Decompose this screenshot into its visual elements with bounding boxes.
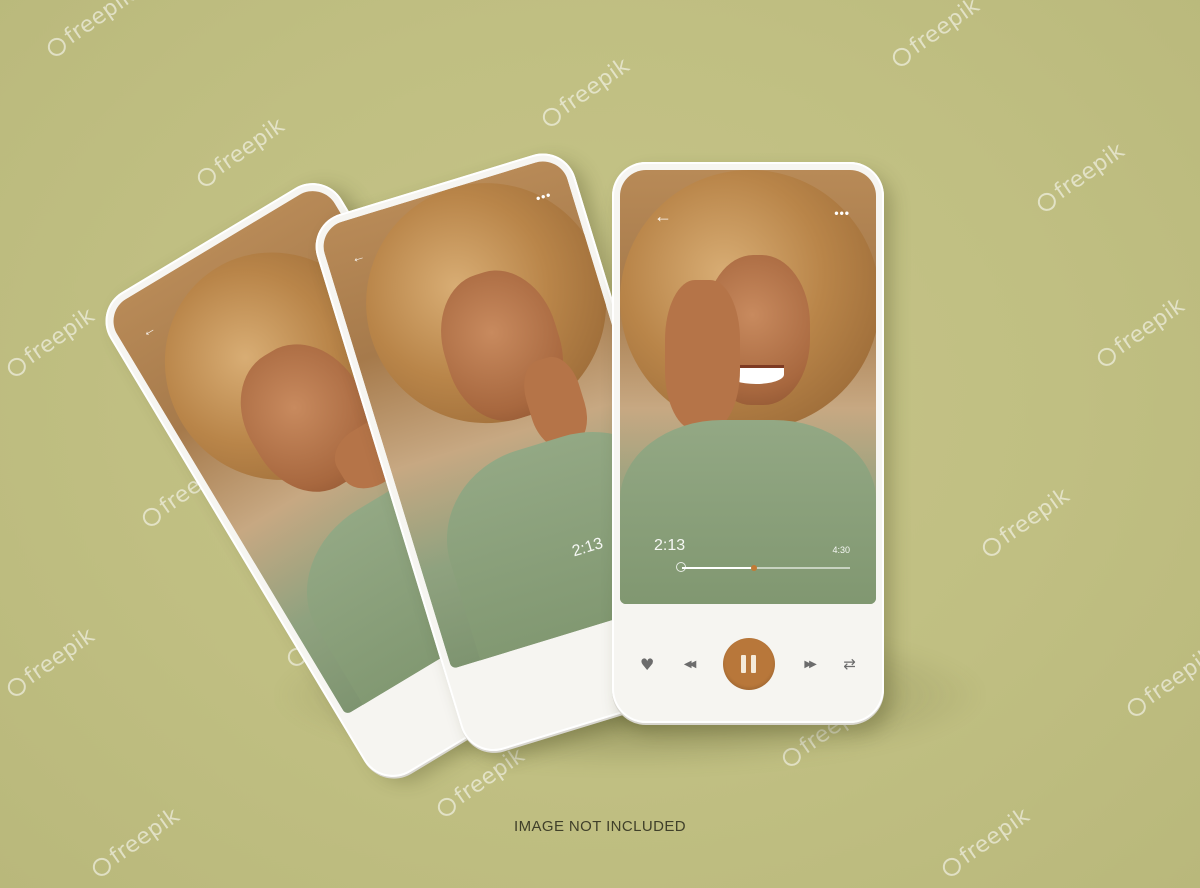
freepik-watermark: freepik [87, 803, 185, 882]
rewind-icon[interactable]: ◀◀ [684, 659, 697, 670]
fast-forward-icon[interactable]: ▶▶ [804, 659, 817, 670]
phone-screen: ← ••• 2:13 4:30 [620, 170, 876, 604]
heart-icon[interactable]: ♥ [640, 655, 654, 674]
freepik-watermark: freepik [1122, 643, 1200, 722]
freepik-watermark: freepik [1032, 138, 1130, 217]
watermark-text: freepik [955, 803, 1035, 870]
freepik-watermark: freepik [977, 483, 1075, 562]
watermark-text: freepik [105, 803, 185, 870]
watermark-text: freepik [905, 0, 985, 60]
freepik-watermark: freepik [2, 623, 100, 702]
progress-bar[interactable] [676, 562, 850, 572]
watermark-text: freepik [1140, 643, 1200, 710]
portrait-hand [665, 280, 740, 430]
watermark-text: freepik [20, 303, 100, 370]
freepik-watermark: freepik [887, 0, 985, 72]
pause-icon [751, 655, 757, 673]
elapsed-time: 2:13 [654, 537, 686, 554]
player-controls: ♥ ◀◀ ▶▶ ⇄ [612, 605, 884, 723]
watermark-text: freepik [60, 0, 140, 50]
image-not-included-caption: IMAGE NOT INCLUDED [514, 818, 686, 835]
total-time: 4:30 [832, 545, 850, 555]
freepik-watermark: freepik [937, 803, 1035, 882]
watermark-text: freepik [995, 483, 1075, 550]
phone-mockup-front: ← ••• 2:13 4:30 ♥ ◀◀ ▶▶ ⇄ [612, 162, 884, 723]
watermark-text: freepik [210, 113, 290, 180]
watermark-text: freepik [555, 53, 635, 120]
watermark-text: freepik [20, 623, 100, 690]
freepik-watermark: freepik [2, 303, 100, 382]
repeat-icon[interactable]: ⇄ [843, 655, 856, 673]
more-dots-icon[interactable]: ••• [834, 206, 850, 220]
freepik-watermark: freepik [192, 113, 290, 192]
progress-fill [682, 567, 755, 569]
pause-icon [741, 655, 747, 673]
watermark-text: freepik [1050, 138, 1130, 205]
freepik-watermark: freepik [1092, 293, 1190, 372]
back-arrow-icon[interactable]: ← [654, 206, 672, 227]
freepik-watermark: freepik [42, 0, 140, 62]
freepik-watermark: freepik [537, 53, 635, 132]
pause-button[interactable] [722, 638, 775, 690]
portrait-shirt [620, 420, 876, 604]
watermark-text: freepik [1110, 293, 1190, 360]
